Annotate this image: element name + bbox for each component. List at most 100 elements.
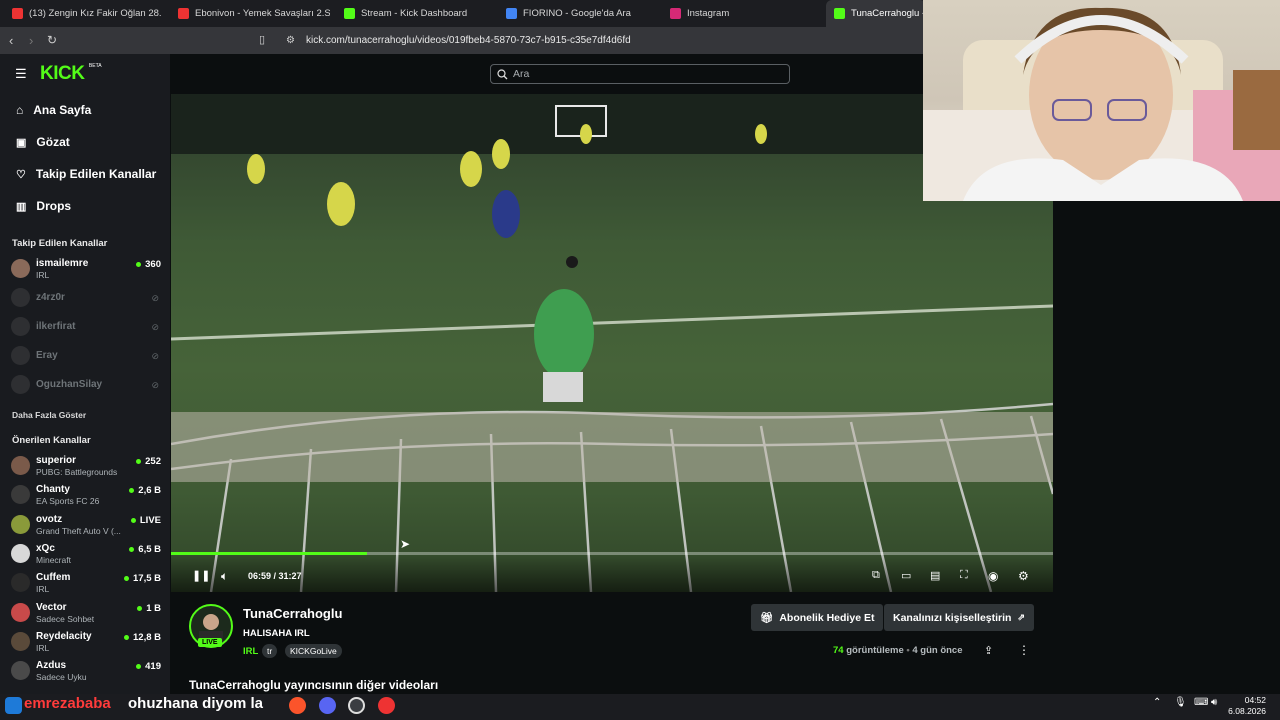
recommended-channel[interactable]: Azdus Sadece Uyku 419	[11, 658, 161, 684]
show-more-link[interactable]: Daha Fazla Göster	[12, 410, 86, 420]
microphone-icon[interactable]: 🎙︎	[1174, 697, 1187, 708]
home-icon: ⌂	[16, 103, 24, 117]
followed-channel[interactable]: ilkerfirat ⊘	[11, 314, 161, 340]
app-icon[interactable]	[378, 697, 395, 714]
recommended-channel[interactable]: ovotz Grand Theft Auto V (... LIVE	[11, 512, 161, 538]
heart-icon: ♡	[16, 168, 26, 181]
system-clock[interactable]: 04:52 6.08.2026	[1228, 695, 1266, 717]
pause-icon[interactable]: ❚❚	[192, 569, 210, 582]
tab-label: Ebonivon - Yemek Savaşları 2.Sezon	[195, 8, 330, 19]
channel-category: EA Sports FC 26	[36, 496, 100, 507]
browser-tab[interactable]: Instagram	[662, 0, 820, 27]
kick-logo[interactable]: KICK BETA	[40, 63, 102, 85]
progress-bar[interactable]	[171, 552, 1053, 555]
nav-following[interactable]: ♡ Takip Edilen Kanallar	[16, 167, 156, 181]
channel-category: Sadece Sohbet	[36, 613, 95, 624]
followed-channel[interactable]: Eray ⊘	[11, 343, 161, 369]
browser-tab[interactable]: TunaCerrahoglu - Wat	[826, 0, 926, 27]
nav-home[interactable]: ⌂ Ana Sayfa	[16, 103, 91, 117]
channel-name: xQc	[36, 542, 55, 554]
avatar	[11, 375, 30, 394]
webcam-overlay	[923, 0, 1280, 201]
recommended-channel[interactable]: Cuffem IRL 17,5 B	[11, 570, 161, 596]
browser-tab[interactable]: Stream - Kick Dashboard	[336, 0, 492, 27]
tag-language[interactable]: tr	[262, 644, 278, 658]
recommended-channel[interactable]: Vector Sadece Sohbet 1 B	[11, 600, 161, 626]
video-stats: 74 görüntüleme • 4 gün önce	[833, 645, 963, 656]
recommended-channel[interactable]: Reydelacity IRL 12,8 B	[11, 629, 161, 655]
bookmark-icon[interactable]: ▯	[259, 33, 265, 46]
network-icon[interactable]: ⌨︎	[1194, 697, 1208, 708]
live-dot-icon	[137, 605, 143, 611]
webcam-frame	[923, 7, 1280, 201]
offline-icon: ⊘	[151, 351, 159, 361]
channel-name: ismailemre	[36, 258, 89, 269]
url-field[interactable]: kick.com/tunacerrahoglu/videos/019fbeb4-…	[306, 35, 631, 46]
discord-icon[interactable]	[319, 697, 336, 714]
live-dot-icon	[124, 576, 129, 582]
more-options-icon[interactable]: ⋮	[1018, 643, 1030, 657]
avatar	[11, 602, 30, 622]
menu-icon[interactable]: ☰	[15, 66, 27, 82]
avatar	[11, 485, 30, 505]
forward-icon[interactable]: ›	[29, 33, 33, 48]
channel-name: Cuffem	[36, 572, 71, 584]
nav-browse[interactable]: ▣ Gözat	[16, 135, 70, 149]
search-input[interactable]: Ara	[490, 64, 790, 84]
viewer-count: 12,8 B	[124, 632, 161, 643]
volume-icon[interactable]: 🔈︎	[221, 569, 228, 584]
fullscreen-icon[interactable]: ⛶	[960, 569, 968, 582]
offline-icon: ⊘	[151, 322, 159, 332]
start-icon[interactable]	[5, 697, 22, 714]
browser-tab[interactable]: FIORINO - Google'da Ara	[498, 0, 656, 27]
miniplayer-icon[interactable]: ⧉	[872, 569, 880, 582]
search-icon	[497, 69, 508, 80]
recommended-section-title: Önerilen Kanallar	[12, 435, 91, 446]
customize-channel-button[interactable]: Kanalınızı kişiselleştirin ⇗	[884, 604, 1035, 631]
viewer-count: LIVE	[130, 515, 161, 526]
obs-icon[interactable]	[348, 697, 365, 714]
followed-channel[interactable]: ismailemre IRL 360	[11, 256, 161, 282]
settings-icon[interactable]: ⚙	[1018, 569, 1029, 583]
tray-chevron-icon[interactable]: ⌃	[1153, 697, 1161, 708]
channel-name: Eray	[36, 350, 58, 361]
followed-channel[interactable]: OguzhanSilay ⊘	[11, 372, 161, 398]
gift-subscription-button[interactable]: 🎁︎ Abonelik Hediye Et	[751, 604, 884, 631]
browser-tab[interactable]: Ebonivon - Yemek Savaşları 2.Sezon	[170, 0, 330, 27]
avatar	[11, 661, 30, 681]
avatar	[11, 631, 30, 651]
brave-browser-icon[interactable]	[289, 697, 306, 714]
recommended-channel[interactable]: xQc Minecraft 6,5 B	[11, 541, 161, 567]
stream-category[interactable]: IRL	[243, 646, 258, 657]
back-icon[interactable]: ‹	[9, 33, 13, 48]
video-player[interactable]	[171, 94, 1053, 592]
tab-favicon-icon	[344, 8, 355, 19]
viewer-count: 360	[136, 259, 161, 270]
channel-name: Reydelacity	[36, 630, 92, 642]
timecode: 06:59 / 31:27	[248, 571, 302, 581]
viewer-count: 17,5 B	[124, 573, 161, 584]
recommended-channel[interactable]: Chanty EA Sports FC 26 2,6 B	[11, 482, 161, 508]
reload-icon[interactable]: ↻	[47, 33, 57, 47]
site-info-icon[interactable]: ⚙	[286, 35, 295, 46]
nav-drops[interactable]: ▥ Drops	[16, 199, 71, 213]
offline-icon: ⊘	[151, 293, 159, 303]
live-dot-icon	[129, 488, 135, 494]
nav-following-label: Takip Edilen Kanallar	[35, 167, 157, 181]
followed-section-title: Takip Edilen Kanallar	[12, 238, 108, 249]
recommended-channel[interactable]: superior PUBG: Battlegrounds 252	[11, 453, 161, 479]
tab-label: Instagram	[687, 8, 730, 19]
tag-kickgolive[interactable]: KICKGoLive	[285, 644, 342, 658]
channel-name[interactable]: TunaCerrahoglu	[243, 606, 342, 621]
clip-icon[interactable]: ▭	[901, 569, 911, 582]
mouse-cursor-icon: ➤	[400, 537, 411, 551]
theater-mode-icon[interactable]: ▤	[930, 569, 940, 582]
browser-tab[interactable]: (13) Zengin Kız Fakir Oğlan 28. Bölüm	[4, 0, 164, 27]
share-icon[interactable]: ⇪	[984, 644, 993, 657]
avatar	[11, 259, 30, 278]
playback-speed-icon[interactable]: ◉	[988, 569, 998, 583]
followed-channel[interactable]: z4rz0r ⊘	[11, 285, 161, 311]
speaker-icon[interactable]: 🔊︎	[1211, 697, 1217, 708]
channel-category: Grand Theft Auto V (...	[36, 525, 121, 536]
channel-category: PUBG: Battlegrounds	[36, 467, 118, 477]
